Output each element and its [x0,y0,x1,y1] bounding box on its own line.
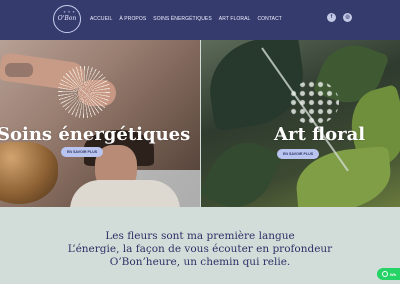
nav-a-propos[interactable]: À PROPOS [119,16,146,22]
nav-art-floral[interactable]: ART FLORAL [219,16,251,22]
foliage-image [201,130,283,207]
main-nav: ACCUEIL À PROPOS SOINS ÉNERGÉTIQUES ART … [90,16,289,22]
woman-shoulder-image [70,180,180,207]
learn-more-button[interactable]: EN SAVOIR PLUS [61,147,104,157]
facebook-icon[interactable]: f [327,13,336,22]
whatsapp-button[interactable]: Wh [377,268,400,280]
radiating-lines-icon [58,66,110,118]
instagram-icon[interactable]: ◎ [343,13,352,22]
singing-bowl-image [0,142,58,204]
learn-more-button[interactable]: EN SAVOIR PLUS [277,149,320,159]
panel-art-floral[interactable]: Art floral EN SAVOIR PLUS [201,40,400,207]
white-flowers-image [289,80,339,125]
tagline-line: O’Bon’heure, un chemin qui relie. [109,256,291,268]
site-header: ∘ ∘ ∘ O'Bon ACCUEIL À PROPOS SOINS ÉNERG… [0,0,400,40]
monstera-leaf-image [203,40,310,132]
nav-contact[interactable]: CONTACT [257,16,282,22]
panel-title: Soins énergétiques [0,124,191,145]
tagline: Les fleurs sont ma première langue L’éne… [0,230,400,269]
whatsapp-icon [382,271,388,277]
panel-soins-energetiques[interactable]: Soins énergétiques EN SAVOIR PLUS [0,40,200,207]
site-logo[interactable]: ∘ ∘ ∘ O'Bon [53,5,81,33]
tattoo-image [5,63,33,77]
nav-accueil[interactable]: ACCUEIL [90,16,112,22]
tagline-line: Les fleurs sont ma première langue [105,230,295,242]
whatsapp-label: Wh [390,271,397,277]
tagline-line: L’énergie, la façon de vous écouter en p… [67,243,333,255]
panel-title: Art floral [274,124,366,145]
logo-text: O'Bon [57,15,77,22]
nav-soins-energetiques[interactable]: SOINS ÉNERGÉTIQUES [153,16,211,22]
